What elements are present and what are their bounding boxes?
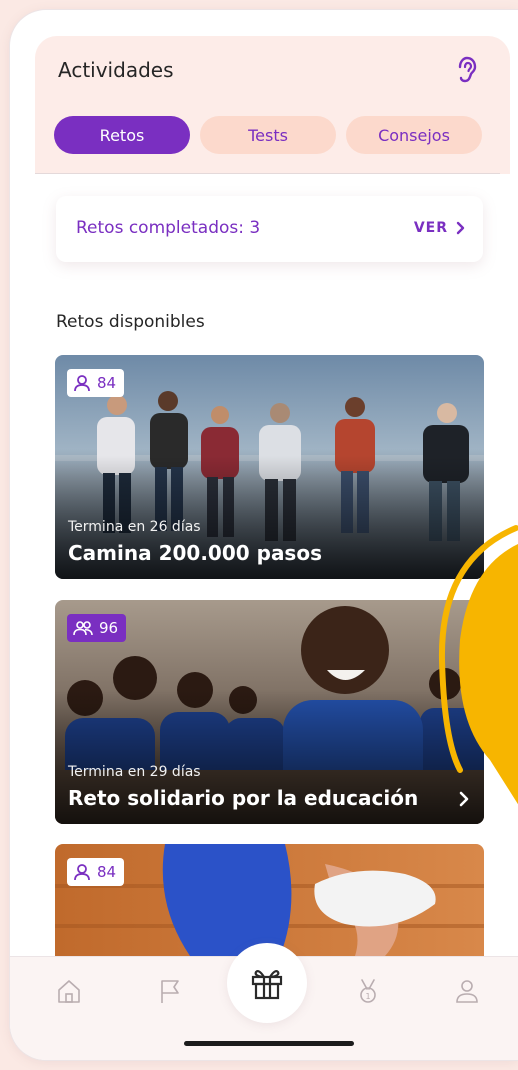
gift-icon <box>251 970 283 1000</box>
bottom-navigation: 1 <box>10 943 518 1060</box>
medal-icon[interactable]: 1 <box>354 977 382 1005</box>
ear-icon[interactable] <box>454 56 478 84</box>
completed-challenges-card[interactable]: Retos completados: 3 VER <box>56 196 483 262</box>
header-divider <box>35 173 500 174</box>
decorative-blob <box>438 525 518 805</box>
completed-challenges-label: Retos completados: 3 <box>76 218 261 238</box>
tab-consejos[interactable]: Consejos <box>346 116 482 154</box>
participants-badge: 96 <box>67 614 127 642</box>
person-icon <box>74 864 90 881</box>
phone-screen: Actividades Retos Tests Consejos Retos c… <box>10 10 518 1060</box>
card-title: Camina 200.000 pasos <box>68 541 322 565</box>
chevron-right-icon <box>456 221 465 235</box>
flag-icon[interactable] <box>156 977 184 1005</box>
page-title: Actividades <box>58 58 174 82</box>
home-icon[interactable] <box>55 977 83 1005</box>
gift-button[interactable] <box>227 943 307 1023</box>
view-button[interactable]: VER <box>414 220 465 236</box>
person-icon <box>74 375 90 392</box>
challenge-card-education[interactable]: 96 Termina en 29 días Reto solidario por… <box>55 600 484 824</box>
challenge-card-third[interactable]: 84 <box>55 844 484 956</box>
card-title: Reto solidario por la educación <box>68 786 419 810</box>
challenge-card-walk[interactable]: 84 Termina en 26 días Camina 200.000 pas… <box>55 355 484 579</box>
participants-badge: 84 <box>67 858 125 886</box>
participants-badge: 84 <box>67 369 125 397</box>
profile-icon[interactable] <box>453 977 481 1005</box>
tab-tests[interactable]: Tests <box>200 116 336 154</box>
group-icon <box>73 621 93 636</box>
svg-text:1: 1 <box>365 992 370 1001</box>
card-subtitle: Termina en 26 días <box>68 519 201 535</box>
tab-retos[interactable]: Retos <box>54 116 190 154</box>
section-title: Retos disponibles <box>56 312 205 332</box>
card-subtitle: Termina en 29 días <box>68 764 201 780</box>
home-indicator <box>184 1041 354 1046</box>
